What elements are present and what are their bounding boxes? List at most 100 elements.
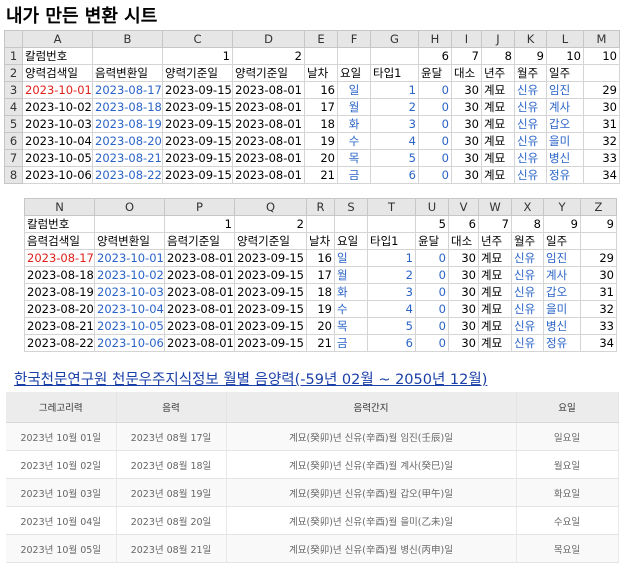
cell[interactable]: 2023-08-01: [164, 300, 235, 318]
cell[interactable]: [94, 215, 165, 233]
cell[interactable]: 신유: [511, 300, 544, 318]
cell[interactable]: 30: [451, 81, 482, 99]
cell[interactable]: 2023-08-22: [92, 166, 163, 184]
cell[interactable]: 9: [514, 47, 547, 65]
header-cell[interactable]: 윤달: [415, 232, 449, 250]
row-header[interactable]: 3: [4, 81, 23, 99]
cell[interactable]: 2023-10-02: [22, 98, 93, 116]
cell[interactable]: 2023-08-22: [24, 334, 95, 352]
cell[interactable]: 6: [370, 166, 419, 184]
cell[interactable]: 정유: [543, 334, 581, 352]
header-cell[interactable]: 날차: [306, 232, 335, 250]
column-header[interactable]: W: [478, 198, 512, 216]
column-header[interactable]: R: [306, 198, 335, 216]
cell[interactable]: 7: [478, 215, 512, 233]
cell[interactable]: 0: [418, 166, 452, 184]
cell[interactable]: 월: [337, 98, 371, 116]
header-cell[interactable]: 년주: [478, 232, 512, 250]
cell[interactable]: 2023-10-01: [22, 81, 93, 99]
cell[interactable]: 병신: [543, 317, 581, 335]
cell[interactable]: 2023-08-20: [92, 132, 163, 150]
cell[interactable]: 병신: [546, 149, 584, 167]
cell[interactable]: 을미: [546, 132, 584, 150]
column-header[interactable]: H: [418, 30, 452, 48]
cell[interactable]: 30: [448, 283, 479, 301]
cell[interactable]: 을미: [543, 300, 581, 318]
cell[interactable]: 목: [334, 317, 368, 335]
cell[interactable]: 임진: [543, 249, 581, 267]
cell[interactable]: 30: [451, 166, 482, 184]
cell[interactable]: 30: [448, 266, 479, 284]
cell[interactable]: 2023-09-15: [162, 98, 233, 116]
cell[interactable]: 일: [337, 81, 371, 99]
column-header[interactable]: M: [583, 30, 620, 48]
cell[interactable]: 32: [580, 300, 617, 318]
cell[interactable]: 21: [306, 334, 335, 352]
column-header[interactable]: Y: [543, 198, 581, 216]
cell[interactable]: 5: [370, 149, 419, 167]
column-header[interactable]: S: [334, 198, 368, 216]
cell[interactable]: 2023-08-19: [92, 115, 163, 133]
cell[interactable]: 2023-09-15: [162, 149, 233, 167]
cell[interactable]: 5: [367, 317, 416, 335]
cell[interactable]: 8: [481, 47, 515, 65]
cell[interactable]: 34: [583, 166, 620, 184]
cell[interactable]: 2023-10-06: [22, 166, 93, 184]
cell[interactable]: 2023-08-20: [24, 300, 95, 318]
header-cell[interactable]: 양력기준일: [162, 64, 233, 82]
cell[interactable]: 2023-08-01: [232, 149, 305, 167]
cell[interactable]: 계묘: [478, 334, 512, 352]
cell[interactable]: 6: [448, 215, 479, 233]
row-header[interactable]: 2: [4, 64, 23, 82]
cell[interactable]: 2023-09-15: [234, 283, 307, 301]
column-header[interactable]: P: [164, 198, 235, 216]
cell[interactable]: 30: [448, 249, 479, 267]
header-cell[interactable]: 타입1: [370, 64, 419, 82]
cell[interactable]: 계묘: [478, 317, 512, 335]
cell[interactable]: 0: [418, 81, 452, 99]
cell[interactable]: 갑오: [546, 115, 584, 133]
header-cell[interactable]: 년주: [481, 64, 515, 82]
cell[interactable]: 34: [580, 334, 617, 352]
cell[interactable]: 30: [448, 334, 479, 352]
cell[interactable]: 신유: [514, 149, 547, 167]
cell[interactable]: 6: [367, 334, 416, 352]
cell[interactable]: 30: [583, 98, 620, 116]
cell[interactable]: 2023-08-01: [232, 98, 305, 116]
cell[interactable]: 2023-08-18: [24, 266, 95, 284]
column-header[interactable]: Q: [234, 198, 307, 216]
column-header[interactable]: X: [511, 198, 544, 216]
cell[interactable]: 2023-08-21: [92, 149, 163, 167]
cell[interactable]: 계묘: [481, 81, 515, 99]
header-cell[interactable]: 요일: [337, 64, 371, 82]
cell[interactable]: 6: [418, 47, 452, 65]
cell[interactable]: 2023-10-06: [94, 334, 165, 352]
cell[interactable]: 신유: [511, 283, 544, 301]
cell[interactable]: 2023-10-03: [94, 283, 165, 301]
cell[interactable]: 18: [304, 115, 338, 133]
cell[interactable]: 30: [451, 149, 482, 167]
header-cell[interactable]: [580, 232, 617, 250]
cell[interactable]: 2: [232, 47, 305, 65]
cell[interactable]: 30: [451, 115, 482, 133]
column-header[interactable]: I: [451, 30, 482, 48]
column-header[interactable]: A: [22, 30, 93, 48]
cell[interactable]: 계묘: [481, 149, 515, 167]
cell[interactable]: 2023-08-19: [24, 283, 95, 301]
cell[interactable]: 33: [583, 149, 620, 167]
row-header[interactable]: 5: [4, 115, 23, 133]
cell[interactable]: 2023-10-05: [94, 317, 165, 335]
cell[interactable]: 임진: [546, 81, 584, 99]
cell[interactable]: 3: [367, 283, 416, 301]
cell[interactable]: 신유: [511, 249, 544, 267]
cell[interactable]: 5: [415, 215, 449, 233]
kasi-calendar-link[interactable]: 한국천문연구원 천문우주지식정보 월별 음양력(-59년 02월 ~ 2050년…: [14, 368, 487, 389]
cell[interactable]: 30: [448, 300, 479, 318]
header-cell[interactable]: 날차: [304, 64, 338, 82]
cell[interactable]: 금: [334, 334, 368, 352]
column-header[interactable]: T: [367, 198, 416, 216]
header-cell[interactable]: 음력변환일: [92, 64, 163, 82]
cell[interactable]: 2023-10-04: [22, 132, 93, 150]
cell[interactable]: 2023-08-01: [164, 249, 235, 267]
column-header[interactable]: O: [94, 198, 165, 216]
